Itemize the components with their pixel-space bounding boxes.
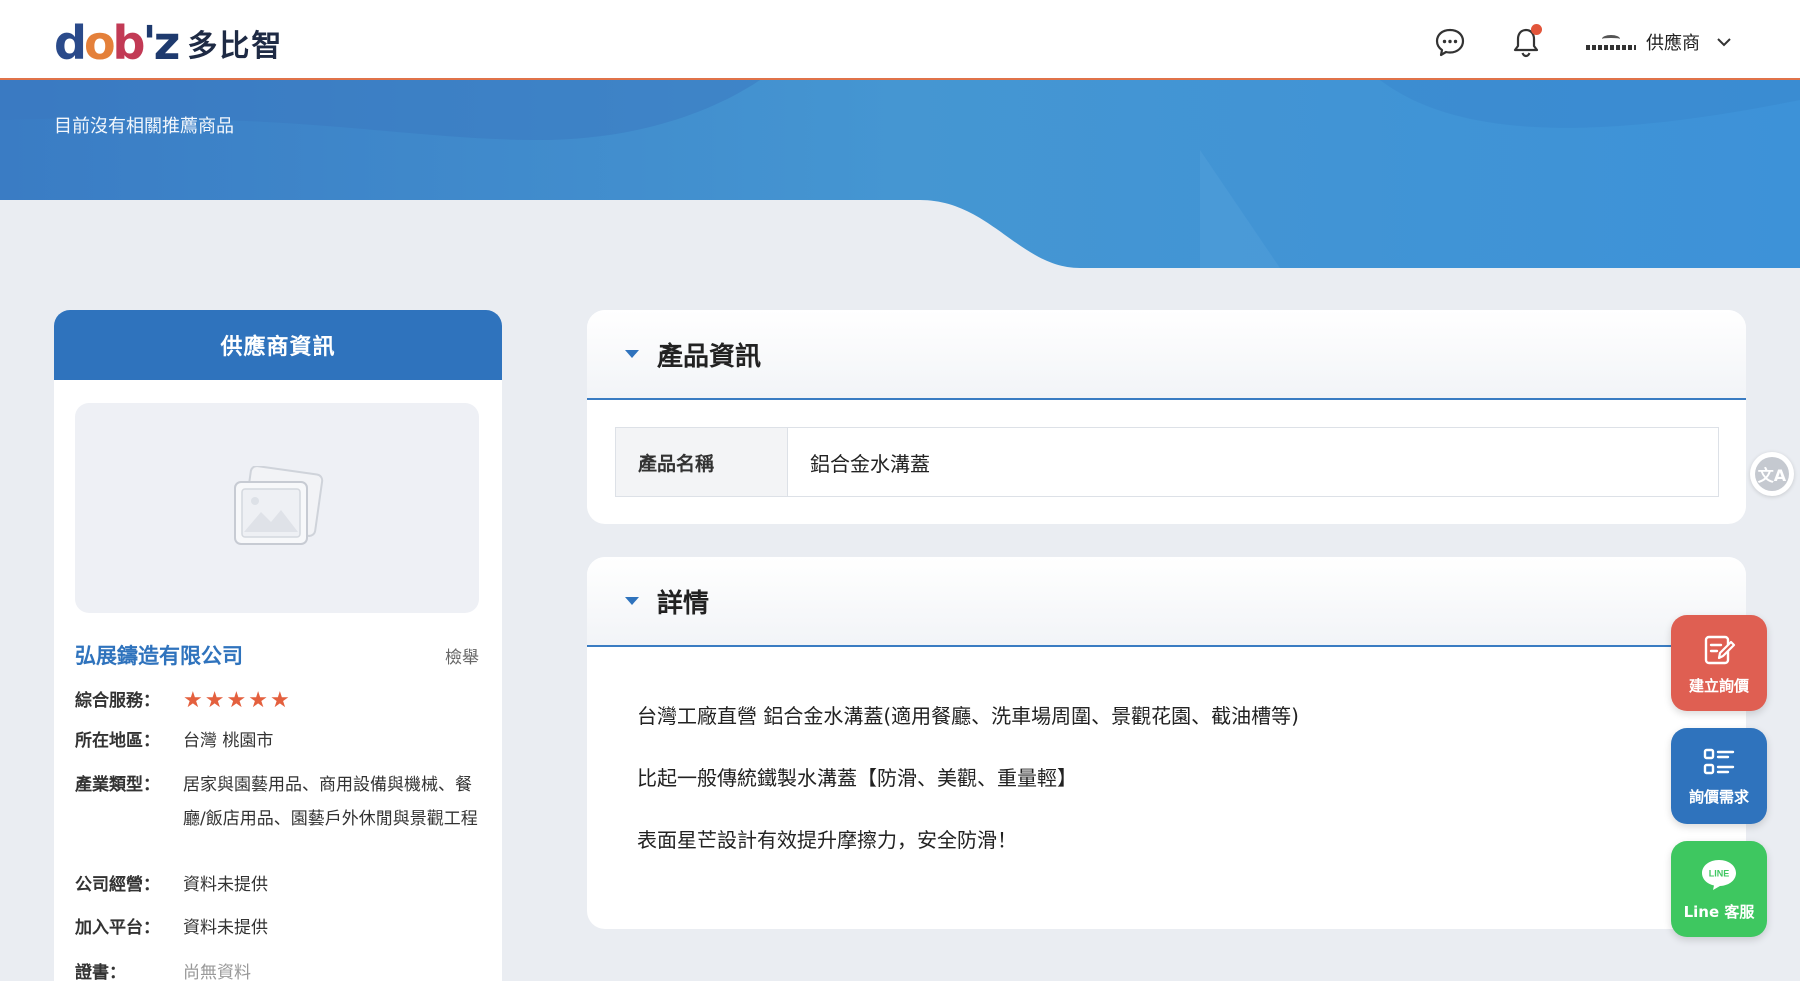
- detail-line: 比起一般傳統鐵製水溝蓋【防滑、美觀、重量輕】: [637, 766, 1077, 790]
- service-label: 綜合服務：: [75, 691, 160, 711]
- create-quote-button[interactable]: 建立詢價: [1671, 615, 1767, 711]
- line-service-button[interactable]: LINE Line 客服: [1671, 841, 1767, 937]
- line-service-label: Line 客服: [1683, 902, 1755, 921]
- star-icon: ★: [183, 688, 203, 713]
- product-info-title: 產品資訊: [657, 341, 762, 372]
- notification-badge: [1531, 24, 1542, 35]
- detail-line: 台灣工廠直營 鋁合金水溝蓋(適用餐廳、洗車場周圍、景觀花園、截油槽等): [637, 704, 1299, 728]
- star-icon: ★: [248, 688, 268, 713]
- product-name-label: 產品名稱: [616, 428, 788, 496]
- chat-icon[interactable]: [1432, 24, 1468, 60]
- product-info-header[interactable]: 產品資訊: [587, 310, 1746, 400]
- star-icon: ★: [204, 688, 225, 713]
- certificate-value: 尚無資料: [183, 963, 251, 981]
- rating-stars: ★ ★ ★ ★ ★: [183, 684, 290, 718]
- svg-text:LINE: LINE: [1709, 868, 1730, 878]
- translate-icon: 文A: [1755, 457, 1789, 491]
- create-quote-label: 建立詢價: [1688, 676, 1749, 695]
- detail-line: 表面星芒設計有效提升摩擦力，安全防滑！: [637, 828, 1017, 852]
- site-logo[interactable]: dob'z 多比智: [54, 18, 283, 68]
- list-icon: [1703, 748, 1735, 774]
- certificate-label: 證書：: [75, 963, 126, 981]
- product-spec-table: 產品名稱 鋁合金水溝蓋: [615, 427, 1719, 497]
- hero-banner: 目前沒有相關推薦商品: [0, 80, 1800, 268]
- quote-requests-button[interactable]: 詢價需求: [1671, 728, 1767, 824]
- quote-requests-label: 詢價需求: [1688, 787, 1749, 806]
- details-header[interactable]: 詳情: [587, 557, 1746, 647]
- caret-down-icon: [625, 597, 639, 605]
- region-value: 台灣 桃園市: [183, 731, 274, 751]
- info-row-service: 綜合服務： ★ ★ ★ ★ ★: [75, 684, 290, 718]
- supplier-info-card: 供應商資訊 弘展鑄造有限公司 檢舉 綜合服務： ★ ★ ★ ★ ★ 所在地區： 台灣 桃…: [54, 310, 502, 981]
- star-icon: ★: [269, 688, 290, 713]
- info-row-operation: 公司經營： 資料未提供: [75, 868, 479, 902]
- industry-label: 產業類型：: [75, 775, 160, 795]
- joined-label: 加入平台：: [75, 918, 160, 938]
- image-placeholder-icon: [234, 466, 324, 545]
- info-row-joined: 加入平台： 資料未提供: [75, 911, 479, 945]
- product-info-card: 產品資訊 產品名稱 鋁合金水溝蓋: [587, 310, 1746, 524]
- operation-label: 公司經營：: [75, 875, 160, 895]
- info-row-region: 所在地區： 台灣 桃園市: [75, 724, 479, 758]
- top-navbar: dob'z 多比智 供應商: [0, 0, 1800, 80]
- user-menu[interactable]: 供應商: [1586, 24, 1732, 60]
- details-title: 詳情: [657, 588, 710, 619]
- report-link[interactable]: 檢舉: [445, 643, 479, 668]
- industry-value: 居家與園藝用品、商用設備與機械、餐廳/飯店用品、園藝戶外休閒與景觀工程: [183, 775, 478, 829]
- info-row-industry: 產業類型： 居家與園藝用品、商用設備與機械、餐廳/飯店用品、園藝戶外休閒與景觀工…: [75, 768, 479, 836]
- chevron-down-icon: [1717, 38, 1731, 47]
- line-chat-icon: LINE: [1702, 859, 1736, 890]
- details-card: 詳情 台灣工廠直營 鋁合金水溝蓋(適用餐廳、洗車場周圍、景觀花園、截油槽等) 比…: [587, 557, 1746, 929]
- edit-note-icon: [1704, 635, 1736, 664]
- region-label: 所在地區：: [75, 731, 160, 751]
- logo-mark: dob'z: [54, 16, 180, 70]
- company-logo: [1586, 31, 1636, 53]
- product-name-value: 鋁合金水溝蓋: [810, 451, 930, 476]
- supplier-image-placeholder: [75, 403, 479, 613]
- operation-value: 資料未提供: [183, 875, 268, 895]
- no-recommendations-text: 目前沒有相關推薦商品: [54, 116, 234, 137]
- logo-text: 多比智: [187, 29, 284, 64]
- supplier-info-heading: 供應商資訊: [54, 310, 502, 380]
- notification-bell-icon[interactable]: [1508, 24, 1544, 60]
- company-name-link[interactable]: 弘展鑄造有限公司: [75, 640, 243, 670]
- translate-button[interactable]: 文A: [1750, 452, 1794, 496]
- user-role-label: 供應商: [1646, 33, 1700, 54]
- info-row-certificate: 證書： 尚無資料: [75, 956, 479, 981]
- star-icon: ★: [226, 688, 247, 713]
- caret-down-icon: [625, 350, 639, 358]
- joined-value: 資料未提供: [183, 918, 268, 938]
